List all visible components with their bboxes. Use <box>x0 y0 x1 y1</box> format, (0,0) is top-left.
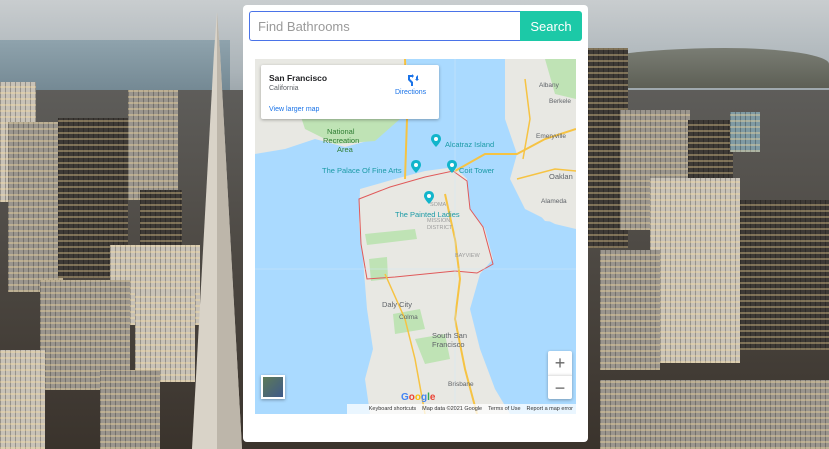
pyramid-tower <box>192 12 242 449</box>
place-subtitle: California <box>269 85 299 92</box>
map-label: South San <box>432 331 468 340</box>
building <box>128 90 178 200</box>
search-card: Search <box>243 5 588 442</box>
map-label: Brisbane <box>448 381 474 388</box>
building <box>0 350 45 449</box>
directions-icon[interactable] <box>406 73 420 87</box>
building <box>135 292 195 382</box>
search-input[interactable] <box>249 11 520 41</box>
map-pin-icon[interactable] <box>431 134 441 147</box>
map-pin-icon[interactable] <box>424 191 434 204</box>
map-label: DISTRICT <box>427 225 453 231</box>
map-label: Alcatraz Island <box>445 140 495 149</box>
map-label: Albany <box>539 82 559 89</box>
directions-link[interactable]: Directions <box>395 89 426 96</box>
building <box>8 122 63 292</box>
map-label: Francisco <box>432 340 465 349</box>
search-bar: Search <box>249 11 582 41</box>
zoom-out-button[interactable]: − <box>548 375 572 399</box>
map-data-text: Map data ©2021 Google <box>422 406 483 412</box>
map-label: Berkele <box>549 98 572 105</box>
building <box>600 250 660 370</box>
view-larger-map-link[interactable]: View larger map <box>269 106 319 113</box>
embedded-map[interactable]: National Recreation Area Alcatraz Island… <box>255 59 576 414</box>
map-label: The Palace Of Fine Arts <box>322 166 402 175</box>
building <box>100 370 160 449</box>
place-title: San Francisco <box>269 73 328 83</box>
satellite-toggle[interactable] <box>261 375 285 399</box>
google-logo: Google <box>401 392 436 403</box>
map-label: Emeryville <box>536 133 566 140</box>
zoom-in-button[interactable]: + <box>548 351 572 375</box>
map-label: Alameda <box>541 198 567 205</box>
building <box>730 112 760 152</box>
report-error-link[interactable]: Report a map error <box>527 406 573 412</box>
place-info-card: San Francisco California View larger map… <box>261 65 439 119</box>
map-label: Coit Tower <box>459 166 495 175</box>
map-label: Recreation <box>323 136 360 145</box>
map-footer: Keyboard shortcuts Map data ©2021 Google… <box>347 404 576 414</box>
building <box>600 380 829 449</box>
search-button[interactable]: Search <box>520 11 582 41</box>
map-label: MISSION <box>427 218 451 224</box>
map-label: Area <box>337 145 353 154</box>
building <box>740 200 829 350</box>
map-label: National <box>327 127 355 136</box>
map-label: BAYVIEW <box>455 253 480 259</box>
map-pin-icon[interactable] <box>411 160 421 173</box>
map-label: Oaklan <box>549 172 573 181</box>
map-label: Daly City <box>382 300 413 309</box>
building <box>650 178 740 363</box>
terms-link[interactable]: Terms of Use <box>488 406 520 412</box>
map-label: Colma <box>399 314 418 321</box>
map-pin-icon[interactable] <box>447 160 457 173</box>
keyboard-shortcuts-link[interactable]: Keyboard shortcuts <box>369 406 416 412</box>
